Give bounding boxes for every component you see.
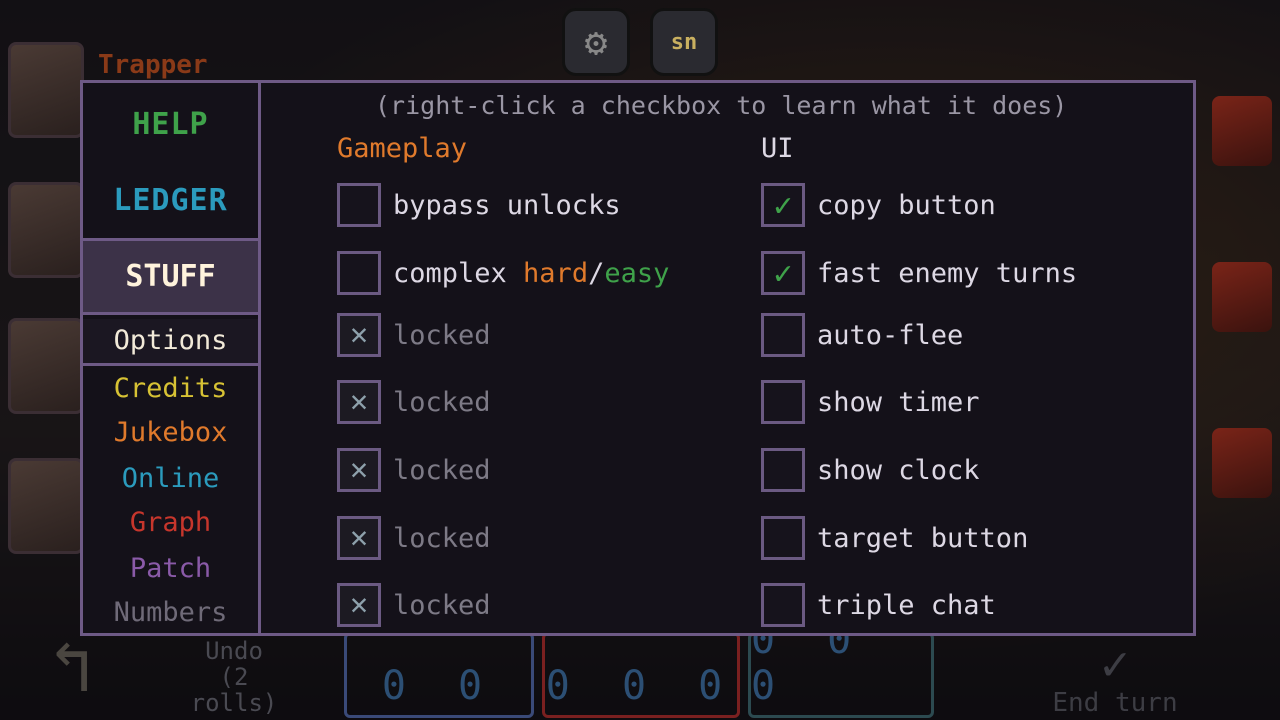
- ledger-tab[interactable]: LEDGER: [83, 183, 258, 218]
- option-label: bypass unlocks: [393, 189, 621, 221]
- sidebar-item-numbers[interactable]: Numbers: [83, 597, 258, 628]
- sidebar-item-credits[interactable]: Credits: [83, 373, 258, 404]
- option-label: locked: [393, 522, 491, 554]
- sidebar-item-patch[interactable]: Patch: [83, 553, 258, 584]
- checkbox-locked-icon: ✕: [337, 313, 381, 357]
- undo-arrow-icon: ↰: [50, 624, 94, 708]
- option-label: complex hard/easy: [393, 258, 669, 289]
- option-label: locked: [393, 319, 491, 351]
- ui-option-row[interactable]: show clock: [761, 447, 980, 493]
- checkbox-checked[interactable]: ✓: [761, 183, 805, 227]
- gameplay-option-row[interactable]: ✕ locked: [337, 582, 491, 628]
- hero-name: Trapper: [98, 50, 208, 80]
- ui-option-row[interactable]: triple chat: [761, 582, 996, 628]
- hero-portrait: [8, 42, 84, 138]
- checkbox[interactable]: [761, 313, 805, 357]
- option-label: target button: [817, 522, 1029, 554]
- undo-label: Undo (2 rolls): [178, 638, 290, 716]
- help-tab[interactable]: HELP: [83, 107, 258, 142]
- sidebar-item-graph[interactable]: Graph: [83, 507, 258, 538]
- option-label: locked: [393, 454, 491, 486]
- hero-portrait: [8, 182, 84, 278]
- ui-option-row[interactable]: auto-flee: [761, 312, 963, 358]
- checkbox[interactable]: [761, 583, 805, 627]
- hint-text: (right-click a checkbox to learn what it…: [375, 91, 1068, 120]
- option-label: locked: [393, 386, 491, 418]
- sidebar-item-options[interactable]: Options: [83, 319, 258, 366]
- undo-text: Undo: [205, 637, 263, 665]
- stuff-tab[interactable]: STUFF: [83, 238, 258, 315]
- gear-icon: ⚙: [584, 20, 608, 64]
- undo-rolls: (2 rolls): [190, 663, 278, 717]
- undo-button[interactable]: ↰ Undo (2 rolls): [50, 624, 290, 716]
- dice-panel[interactable]: 0 0 0: [748, 617, 934, 718]
- checkbox-locked-icon: ✕: [337, 380, 381, 424]
- end-turn-button[interactable]: ✓ End turn: [1040, 636, 1190, 718]
- sidebar-item-jukebox[interactable]: Jukebox: [83, 417, 258, 448]
- gameplay-option-row[interactable]: ✕ locked: [337, 447, 491, 493]
- dice-values: 0 0: [381, 663, 497, 709]
- checkbox-checked[interactable]: ✓: [761, 251, 805, 295]
- checkbox[interactable]: [337, 251, 381, 295]
- end-turn-label: End turn: [1052, 688, 1178, 718]
- checkbox[interactable]: [761, 448, 805, 492]
- gameplay-option-row[interactable]: ✕ locked: [337, 515, 491, 561]
- gameplay-option-row[interactable]: complex hard/easy: [337, 250, 669, 296]
- ui-heading: UI: [761, 133, 794, 164]
- enemy-portrait: [1212, 96, 1272, 166]
- badge-button[interactable]: sn: [650, 8, 718, 76]
- hero-portrait: [8, 318, 84, 414]
- option-label: triple chat: [817, 589, 996, 621]
- ui-option-row[interactable]: target button: [761, 515, 1028, 561]
- dice-values: 0 0 0: [545, 663, 737, 709]
- checkbox-locked-icon: ✕: [337, 448, 381, 492]
- checkbox-locked-icon: ✕: [337, 516, 381, 560]
- checkbox[interactable]: [761, 516, 805, 560]
- option-label: auto-flee: [817, 319, 964, 351]
- enemy-portrait: [1212, 262, 1272, 332]
- ui-option-row[interactable]: show timer: [761, 379, 980, 425]
- badge-text: sn: [670, 29, 698, 55]
- option-label: show clock: [817, 454, 980, 486]
- checkmark-icon: ✓: [1100, 636, 1130, 692]
- dice-panel[interactable]: 0 0 0: [542, 632, 740, 718]
- ui-option-row[interactable]: ✓ fast enemy turns: [761, 250, 1077, 296]
- option-label: fast enemy turns: [817, 257, 1078, 289]
- sidebar-item-online[interactable]: Online: [83, 463, 258, 494]
- option-label-part: easy: [604, 257, 670, 289]
- enemy-portrait: [1212, 428, 1272, 498]
- gameplay-option-row[interactable]: ✕ locked: [337, 379, 491, 425]
- checkbox[interactable]: [761, 380, 805, 424]
- option-label-part: hard: [523, 257, 589, 289]
- options-modal: HELP LEDGER STUFF Options Credits Jukebox O…: [80, 80, 1196, 636]
- gameplay-option-row[interactable]: bypass unlocks: [337, 182, 621, 228]
- ui-option-row[interactable]: ✓ copy button: [761, 182, 996, 228]
- option-label-part: complex: [393, 257, 524, 289]
- settings-button[interactable]: ⚙: [562, 8, 630, 76]
- gameplay-heading: Gameplay: [337, 133, 468, 164]
- gameplay-option-row[interactable]: ✕ locked: [337, 312, 491, 358]
- checkbox-locked-icon: ✕: [337, 583, 381, 627]
- option-label: locked: [393, 589, 491, 621]
- checkbox[interactable]: [337, 183, 381, 227]
- option-label-part: /: [588, 257, 605, 289]
- option-label: copy button: [817, 189, 996, 221]
- hero-portrait: [8, 458, 84, 554]
- dice-panel[interactable]: 0 0: [344, 632, 534, 718]
- option-label: show timer: [817, 386, 980, 418]
- sidebar: HELP LEDGER STUFF Options Credits Jukebox O…: [83, 83, 261, 633]
